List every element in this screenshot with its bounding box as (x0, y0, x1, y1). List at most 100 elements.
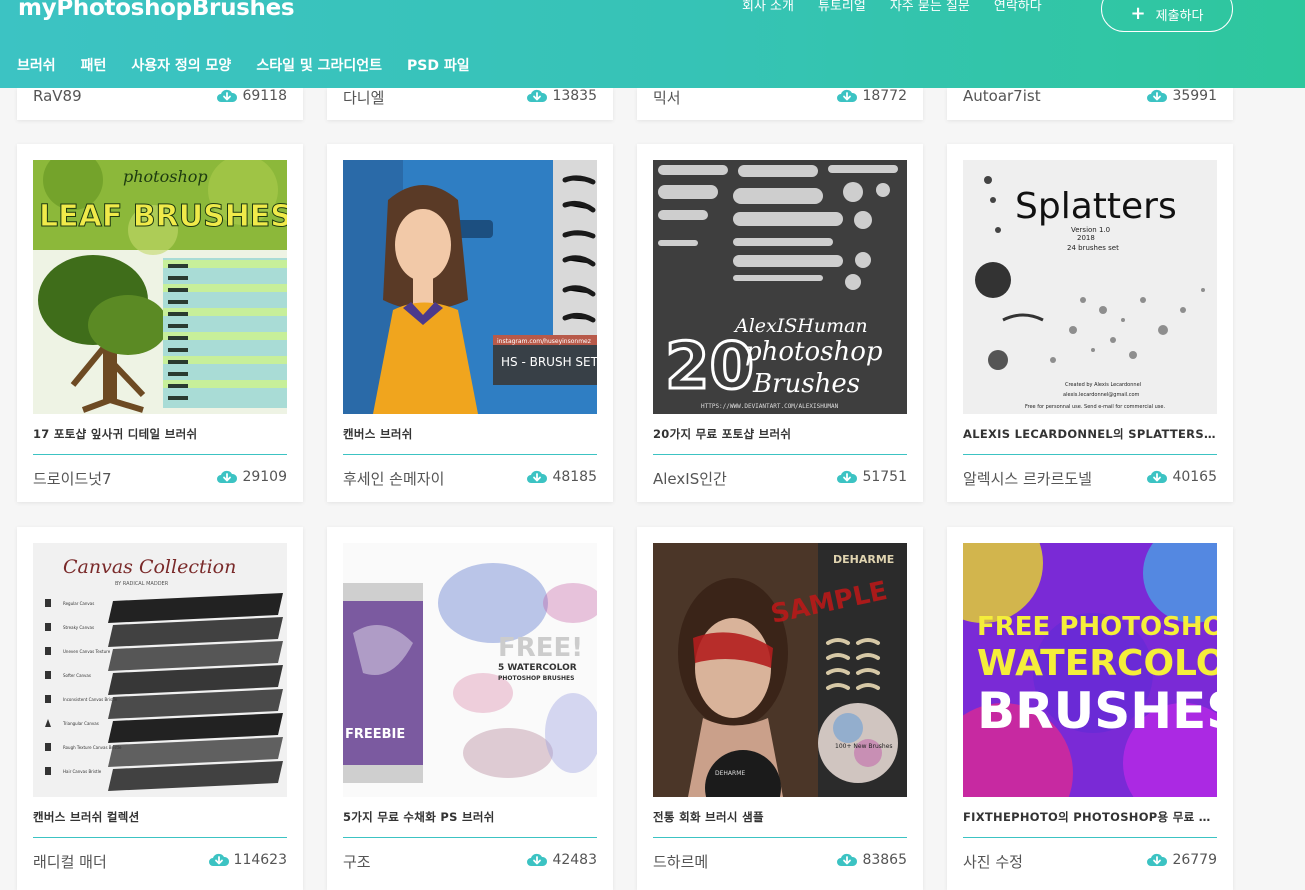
card-author[interactable]: 래디컬 매더 (33, 851, 107, 872)
site-logo[interactable]: myPhotoshopBrushes (18, 0, 295, 21)
thumb-text: Free for personnal use. Send e-mail for … (1025, 404, 1165, 410)
card-author[interactable]: 구조 (343, 851, 371, 872)
card-thumbnail[interactable]: FREEBIE FREE! 5 WATERCOLOR PHOTOSHOP BRU… (343, 543, 597, 797)
top-nav: 회사 소개 튜토리얼 자주 묻는 질문 연락하다 (742, 0, 1066, 14)
thumb-text: Streaky Canvas (63, 625, 94, 630)
thumb-text: photoshop (123, 167, 208, 186)
download-count: 48185 (526, 469, 597, 485)
deharme-sample-thumbnail: DEHARME SAMPLE 100+ New Brushes DEHARME (653, 543, 907, 797)
card-partial[interactable]: RaV89 69118 (17, 87, 303, 120)
card-partial[interactable]: 다니엘 13835 (327, 88, 613, 120)
brush-card[interactable]: DEHARME SAMPLE 100+ New Brushes DEHARME … (637, 527, 923, 890)
splatters-thumbnail: Splatters Version 1.0 2018 24 brushes se… (963, 160, 1217, 414)
thumb-text: LEAF BRUSHES (39, 199, 287, 234)
download-number: 26779 (1172, 852, 1217, 868)
download-count: 13835 (526, 88, 597, 104)
thumb-text: DEHARME (715, 770, 745, 777)
brush-card[interactable]: Splatters Version 1.0 2018 24 brushes se… (947, 144, 1233, 502)
card-divider (653, 454, 907, 455)
thumb-text: Version 1.0 (1071, 226, 1110, 234)
card-thumbnail[interactable]: AlexISHuman 20 photoshop Brushes HTTPS:/… (653, 160, 907, 414)
card-divider (963, 454, 1217, 455)
download-number: 13835 (552, 88, 597, 104)
download-number: 29109 (242, 469, 287, 485)
download-number: 40165 (1172, 469, 1217, 485)
download-number: 35991 (1172, 88, 1217, 104)
card-divider (343, 837, 597, 838)
brush-card[interactable]: FREEBIE FREE! 5 WATERCOLOR PHOTOSHOP BRU… (327, 527, 613, 890)
brush-card[interactable]: instagram.com/huseyinsonmez HS - BRUSH S… (327, 144, 613, 502)
brush-card[interactable]: FREE PHOTOSHOP WATERCOLOR BRUSHES FIXTHE… (947, 527, 1233, 890)
download-count: 35991 (1146, 88, 1217, 104)
submit-button[interactable]: + 제출하다 (1101, 0, 1233, 32)
card-thumbnail[interactable]: Canvas Collection BY RADICAL MADDER Regu… (33, 543, 287, 797)
card-divider (653, 837, 907, 838)
category-custom-shapes[interactable]: 사용자 정의 모양 (131, 55, 231, 75)
card-title[interactable]: FIXTHEPHOTO의 PHOTOSHOP용 무료 수채화 브러쉬 (963, 809, 1217, 825)
card-thumbnail[interactable]: Splatters Version 1.0 2018 24 brushes se… (963, 160, 1217, 414)
download-number: 51751 (862, 469, 907, 485)
card-title[interactable]: 캔버스 브러쉬 컬렉션 (33, 809, 287, 825)
download-count: 18772 (836, 88, 907, 104)
alexishuman-brushes-thumbnail: AlexISHuman 20 photoshop Brushes HTTPS:/… (653, 160, 907, 414)
card-thumbnail[interactable]: DEHARME SAMPLE 100+ New Brushes DEHARME (653, 543, 907, 797)
thumb-text: FREE PHOTOSHOP (977, 612, 1217, 642)
card-title[interactable]: 20가지 무료 포토샵 브러쉬 (653, 426, 907, 442)
card-author[interactable]: 믹서 (653, 87, 681, 108)
thumb-text: 20 (665, 330, 754, 404)
cloud-download-icon (208, 852, 230, 868)
card-author[interactable]: AlexIS인간 (653, 468, 727, 489)
card-author[interactable]: 사진 수정 (963, 851, 1023, 872)
category-brushes[interactable]: 브러쉬 (17, 55, 56, 75)
card-author[interactable]: 알렉시스 르카르도넬 (963, 468, 1092, 489)
card-title[interactable]: 5가지 무료 수채화 PS 브러쉬 (343, 809, 597, 825)
site-header: myPhotoshopBrushes 회사 소개 튜토리얼 자주 묻는 질문 연… (0, 0, 1305, 88)
download-count: 26779 (1146, 852, 1217, 868)
thumb-text: alexis.lecardonnel@gmail.com (1063, 392, 1140, 398)
card-thumbnail[interactable]: FREE PHOTOSHOP WATERCOLOR BRUSHES (963, 543, 1217, 797)
category-psd-files[interactable]: PSD 파일 (407, 55, 470, 75)
card-author[interactable]: 드하르메 (653, 851, 708, 872)
thumb-text: Rough Texture Canvas Bristle (63, 745, 122, 750)
brush-card[interactable]: AlexISHuman 20 photoshop Brushes HTTPS:/… (637, 144, 923, 502)
card-author[interactable]: 다니엘 (343, 87, 384, 108)
thumb-text: Softer Canvas (63, 673, 91, 678)
category-patterns[interactable]: 패턴 (81, 55, 107, 75)
card-partial[interactable]: Autoar7ist 35991 (947, 87, 1233, 120)
card-thumbnail[interactable]: instagram.com/huseyinsonmez HS - BRUSH S… (343, 160, 597, 414)
thumb-text: Brushes (752, 369, 860, 399)
card-author[interactable]: 드로이드넛7 (33, 468, 112, 489)
card-title[interactable]: 17 포토샵 잎사귀 디테일 브러쉬 (33, 426, 287, 442)
thumb-text: 2018 (1077, 234, 1095, 242)
cloud-download-icon (1146, 469, 1168, 485)
category-styles-gradients[interactable]: 스타일 및 그라디언트 (256, 55, 382, 75)
card-title[interactable]: 캔버스 브러쉬 (343, 426, 597, 442)
download-number: 42483 (552, 852, 597, 868)
card-title[interactable]: ALEXIS LECARDONNEL의 SPLATTERS 브러쉬 (963, 426, 1217, 442)
canvas-brush-thumbnail: instagram.com/huseyinsonmez HS - BRUSH S… (343, 160, 597, 414)
download-number: 18772 (862, 88, 907, 104)
download-number: 114623 (233, 852, 287, 868)
nav-about[interactable]: 회사 소개 (742, 0, 794, 14)
category-nav: 브러쉬 패턴 사용자 정의 모양 스타일 및 그라디언트 PSD 파일 (17, 55, 495, 75)
download-number: 69118 (242, 88, 287, 104)
brush-card[interactable]: Canvas Collection BY RADICAL MADDER Regu… (17, 527, 303, 890)
card-author[interactable]: RaV89 (33, 87, 82, 105)
nav-contact[interactable]: 연락하다 (994, 0, 1042, 14)
thumb-text: FREE! (498, 633, 583, 663)
thumb-text: HS - BRUSH SET (501, 355, 597, 369)
card-author[interactable]: 후세인 손메자이 (343, 468, 444, 489)
card-author[interactable]: Autoar7ist (963, 87, 1041, 105)
thumb-text: FREEBIE (345, 727, 405, 742)
cloud-download-icon (836, 88, 858, 104)
thumb-text: Regular Canvas (63, 601, 94, 606)
brush-card[interactable]: photoshop LEAF BRUSHES 17 포토샵 잎사귀 디테일 브러… (17, 144, 303, 502)
card-divider (343, 454, 597, 455)
fixthephoto-watercolor-thumbnail: FREE PHOTOSHOP WATERCOLOR BRUSHES (963, 543, 1217, 797)
nav-tutorials[interactable]: 튜토리얼 (818, 0, 866, 14)
card-partial[interactable]: 믹서 18772 (637, 88, 923, 120)
nav-faq[interactable]: 자주 묻는 질문 (890, 0, 970, 14)
card-thumbnail[interactable]: photoshop LEAF BRUSHES (33, 160, 287, 414)
thumb-text: Created by Alexis Lecardonnel (1065, 382, 1141, 388)
card-title[interactable]: 전통 회화 브러시 샘플 (653, 809, 907, 825)
